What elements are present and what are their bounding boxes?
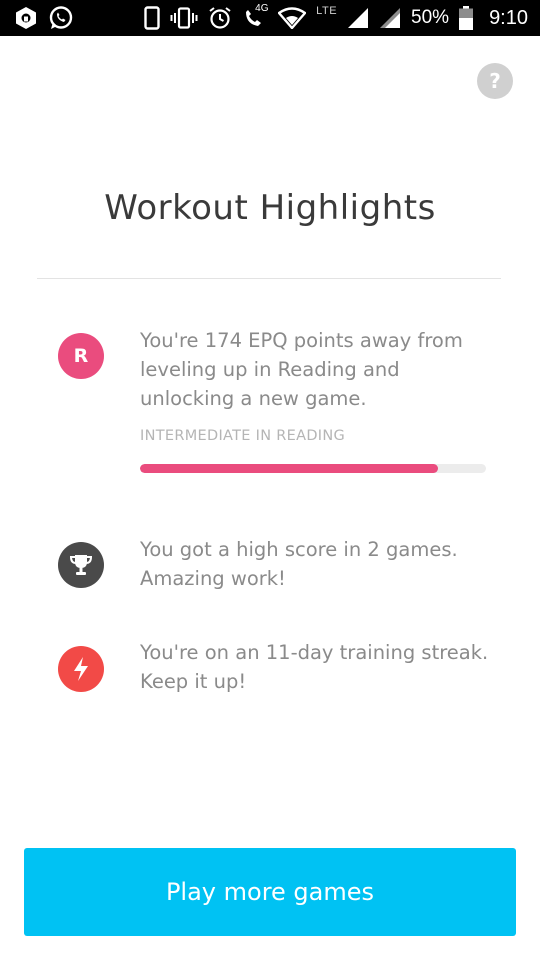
reading-level-label: INTERMEDIATE IN READING (140, 428, 346, 444)
whatsapp-icon (48, 5, 74, 31)
vibrate-icon (170, 7, 198, 29)
signal-icon-2 (379, 7, 401, 29)
reading-letter-icon: R (58, 333, 104, 379)
status-bar: 4G LTE 50% 9:10 (0, 0, 540, 36)
page-title: Workout Highlights (104, 188, 436, 228)
signal-icon (347, 7, 369, 29)
title-divider (37, 278, 501, 279)
alarm-icon (208, 6, 232, 30)
call-label: 4G (255, 3, 269, 14)
help-icon: ? (489, 69, 501, 93)
lightning-bolt-icon (58, 646, 104, 692)
network-type-label: LTE (316, 5, 338, 17)
status-bar-left (14, 5, 74, 31)
reading-progress-bar (140, 464, 486, 473)
wifi-icon (278, 7, 307, 29)
reading-progress-fill (140, 464, 438, 473)
trophy-icon (58, 542, 104, 588)
highlight-high-score-text: You got a high score in 2 games. Amazing… (140, 538, 458, 590)
highlight-streak-text: You're on an 11-day training streak. Kee… (140, 641, 489, 693)
volte-call-icon: 4G (242, 3, 269, 30)
clock-time: 9:10 (489, 6, 528, 29)
battery-percent: 50% (411, 7, 450, 28)
help-button[interactable]: ? (477, 63, 513, 99)
status-bar-right: 4G LTE 50% 9:10 (144, 3, 528, 30)
shield-app-icon (14, 6, 38, 30)
highlight-reading-text: You're 174 EPQ points away from leveling… (140, 329, 463, 410)
phone-icon (144, 6, 160, 30)
battery-icon (459, 6, 474, 30)
play-more-games-button[interactable]: Play more games (24, 848, 516, 936)
reading-letter: R (73, 345, 89, 367)
